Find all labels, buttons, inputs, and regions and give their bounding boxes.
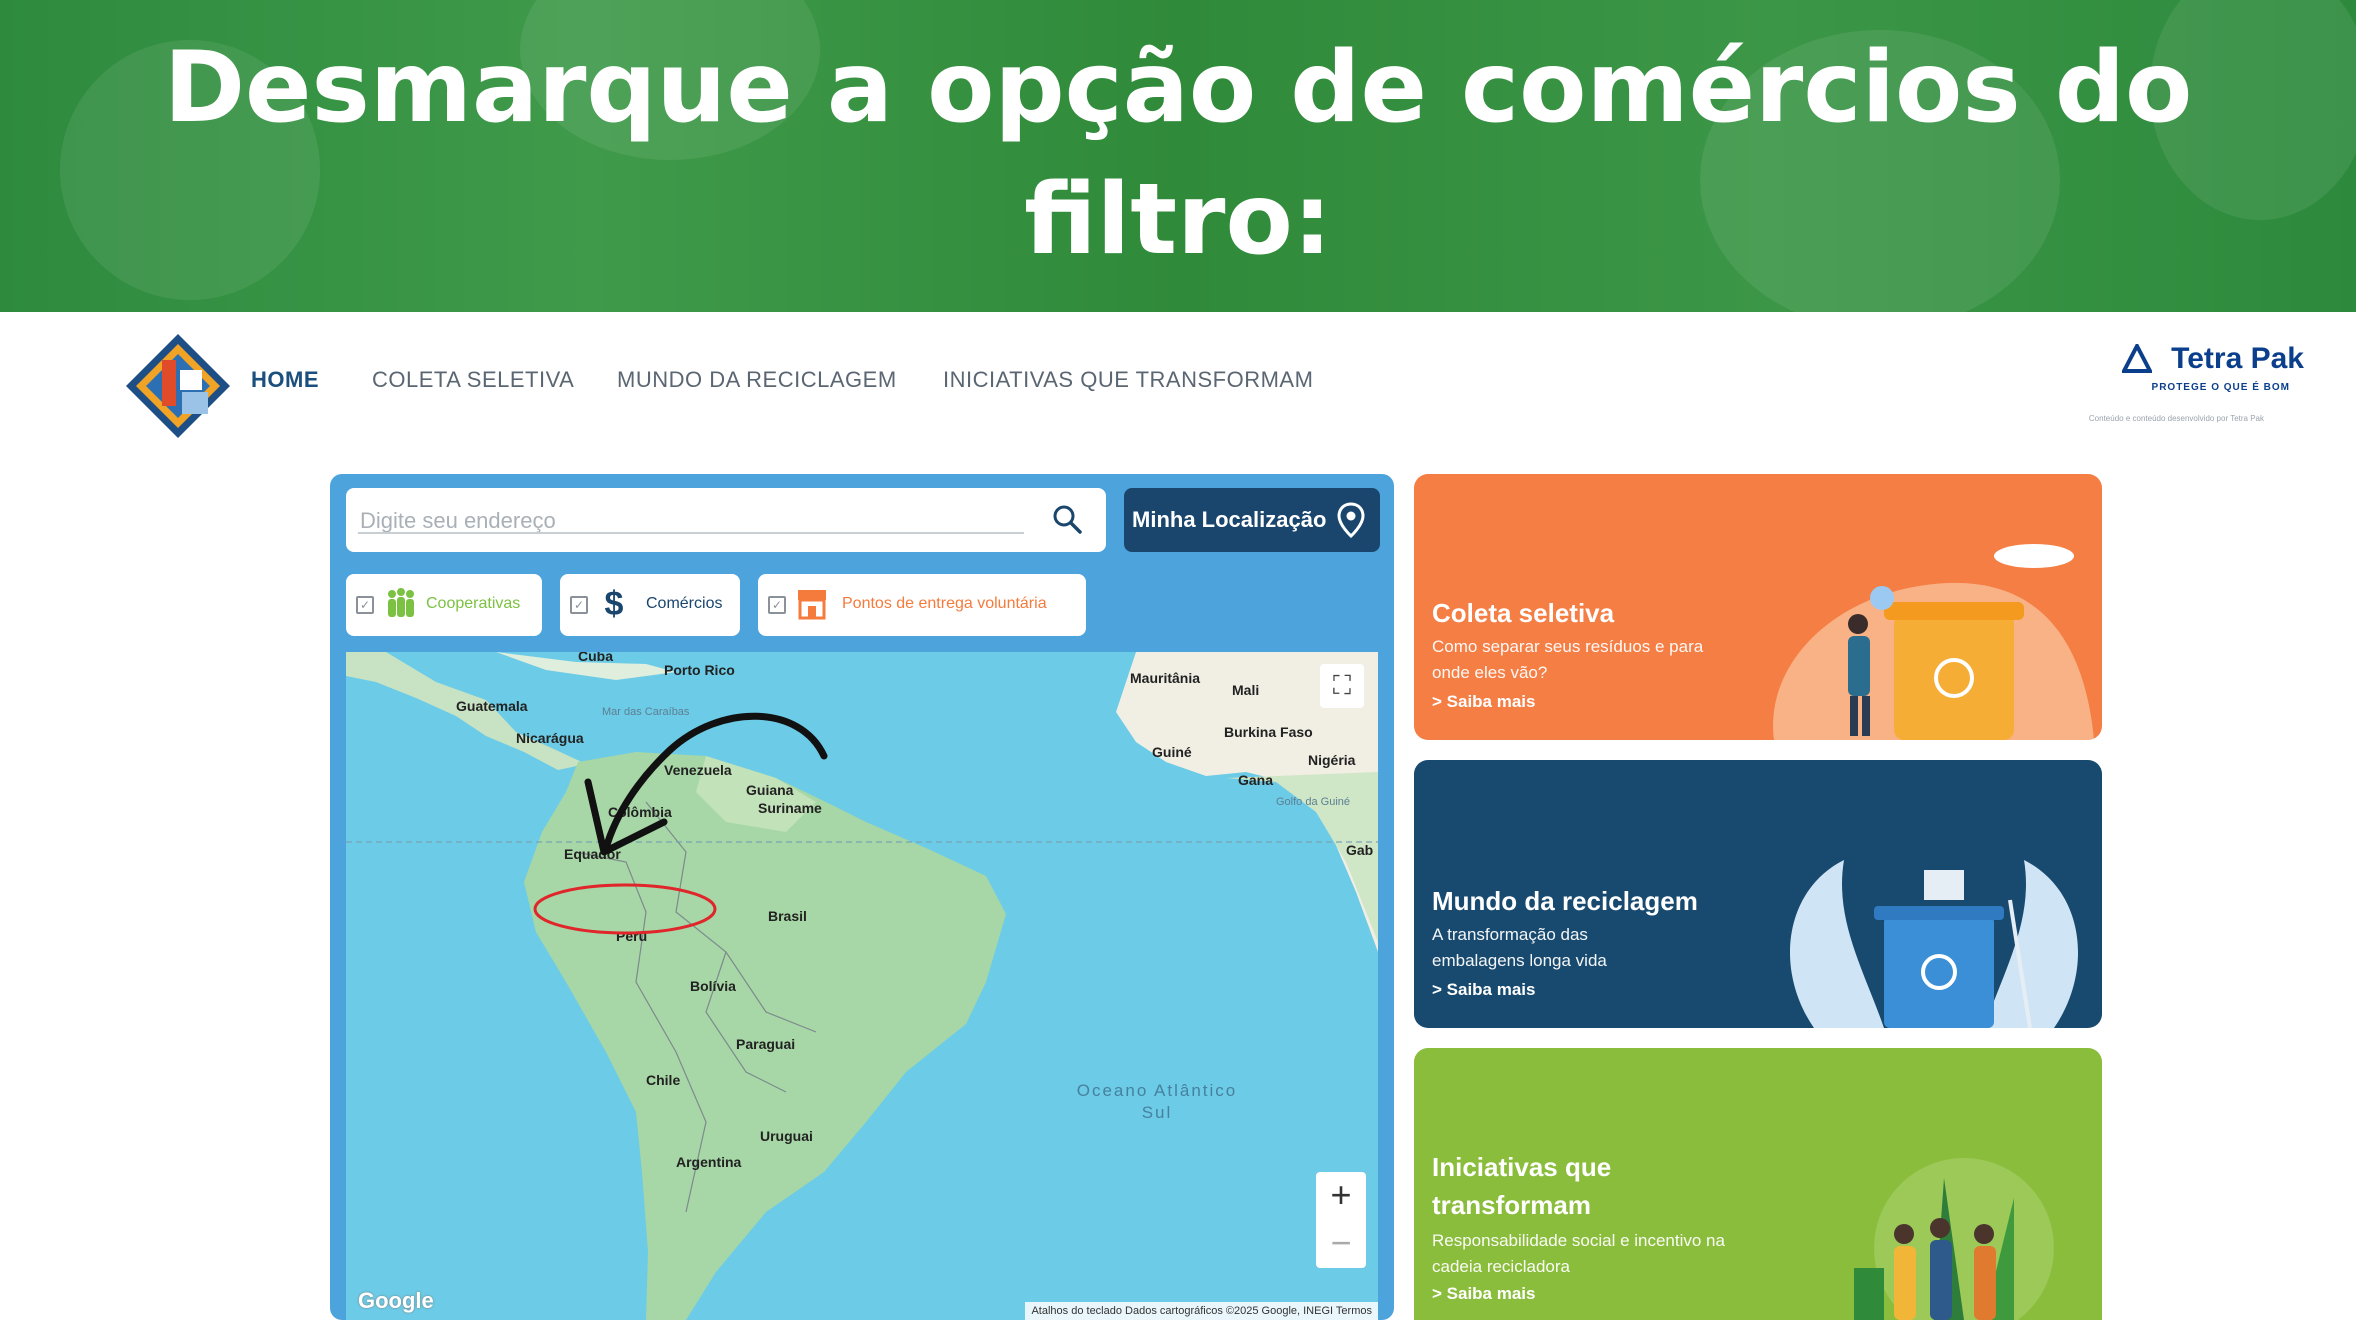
- cooperativas-checkbox[interactable]: ✓: [356, 596, 374, 614]
- site-logo-icon[interactable]: [122, 330, 234, 442]
- highlight-circle-icon: [533, 883, 717, 935]
- search-input[interactable]: Digite seu endereço: [360, 508, 556, 534]
- sea-label: Golfo da Guiné: [1276, 796, 1350, 808]
- map-label: Mali: [1232, 682, 1260, 698]
- cooperativas-label: Cooperativas: [426, 595, 521, 612]
- people-recycling-illustration-icon: [1854, 1158, 2054, 1320]
- map-label: Guiné: [1152, 744, 1192, 760]
- map-label: Gab: [1346, 842, 1374, 858]
- map-attribution[interactable]: Atalhos do teclado Dados cartográficos ©…: [1025, 1302, 1378, 1320]
- comercios-label: Comércios: [646, 595, 723, 612]
- pointer-arrow-icon: [584, 712, 828, 856]
- map-label: Argentina: [676, 1154, 742, 1170]
- top-navigation: HOME COLETA SELETIVA MUNDO DA RECICLAGEM…: [0, 312, 2356, 452]
- map-landmass: [346, 652, 1378, 1320]
- fullscreen-button[interactable]: ⛶: [1320, 664, 1364, 708]
- card-title: Mundo da reciclagem: [1432, 886, 1698, 916]
- card-description: Responsabilidade social e incentivo na c…: [1432, 1231, 1725, 1276]
- location-pin-icon: [1337, 502, 1365, 539]
- map-label: Cuba: [578, 652, 613, 664]
- map-label: Bolívia: [690, 978, 736, 994]
- map-label: Nicarágua: [516, 730, 584, 746]
- my-location-button[interactable]: Minha Localização: [1124, 488, 1380, 552]
- saiba-mais-link[interactable]: > Saiba mais: [1432, 980, 1535, 1000]
- map-label: Uruguai: [760, 1128, 813, 1144]
- map-label: Brasil: [768, 908, 807, 924]
- map-panel: Digite seu endereço Minha Localização ✓ …: [330, 474, 1394, 1320]
- google-logo: Google: [358, 1288, 434, 1313]
- filter-pontos-entrega[interactable]: ✓ Pontos de entrega voluntária: [758, 574, 1086, 636]
- people-icon: [388, 588, 414, 617]
- ocean-label: Oceano Atlântico Sul: [1076, 1081, 1238, 1122]
- map-label: Burkina Faso: [1224, 724, 1313, 740]
- map-label: Nigéria: [1308, 752, 1356, 768]
- card-mundo-reciclagem[interactable]: Mundo da reciclagem A transformação das …: [1414, 760, 2102, 1028]
- nav-home[interactable]: HOME: [251, 367, 319, 393]
- instruction-title: Desmarque a opção de comércios do filtro…: [163, 31, 2193, 277]
- card-title: Coleta seletiva: [1432, 598, 1615, 628]
- search-underline: [358, 532, 1024, 534]
- map-label: Guatemala: [456, 698, 528, 714]
- zoom-out-button[interactable]: −: [1316, 1220, 1366, 1268]
- store-icon: [798, 590, 826, 620]
- nav-iniciativas[interactable]: INICIATIVAS QUE TRANSFORMAM: [943, 367, 1313, 393]
- tetra-pak-logo[interactable]: Tetra Pak PROTEGE O QUE É BOM Conteúdo e…: [2044, 332, 2304, 423]
- instruction-banner: Desmarque a opção de comércios do filtro…: [0, 0, 2356, 312]
- comercios-checkbox[interactable]: ✓: [570, 596, 588, 614]
- pontos-entrega-checkbox[interactable]: ✓: [768, 596, 786, 614]
- search-icon[interactable]: [1050, 502, 1084, 536]
- tetra-pak-tagline: PROTEGE O QUE É BOM: [2151, 382, 2290, 393]
- zoom-in-button[interactable]: +: [1316, 1172, 1366, 1220]
- card-description: A transformação das embalagens longa vid…: [1432, 925, 1607, 970]
- card-iniciativas[interactable]: Iniciativas que transformam Responsabili…: [1414, 1048, 2102, 1320]
- pontos-entrega-label: Pontos de entrega voluntária: [842, 595, 1047, 612]
- map-label: Gana: [1238, 772, 1274, 788]
- tetra-pak-name: Tetra Pak: [2171, 342, 2304, 375]
- filter-cooperativas[interactable]: ✓ Cooperativas: [346, 574, 542, 636]
- address-search[interactable]: Digite seu endereço: [346, 488, 1106, 552]
- saiba-mais-link[interactable]: > Saiba mais: [1432, 692, 1535, 712]
- map[interactable]: Cuba Porto Rico Guatemala Nicarágua Vene…: [346, 652, 1378, 1320]
- filter-comercios[interactable]: ✓ $ Comércios: [560, 574, 740, 636]
- map-label: Paraguai: [736, 1036, 796, 1052]
- map-label: Chile: [646, 1072, 681, 1088]
- map-label: Mauritânia: [1130, 670, 1201, 686]
- card-coleta-seletiva[interactable]: Coleta seletiva Como separar seus resídu…: [1414, 474, 2102, 740]
- fullscreen-icon: ⛶: [1332, 670, 1352, 700]
- map-label: Porto Rico: [664, 662, 735, 678]
- recycling-bin-illustration-icon: [1773, 544, 2094, 740]
- nav-mundo-da-reciclagem[interactable]: MUNDO DA RECICLAGEM: [617, 367, 897, 393]
- recycling-container-illustration-icon: [1790, 860, 2078, 1028]
- card-description: Como separar seus resíduos e para onde e…: [1432, 637, 1704, 682]
- tetra-pak-credit: Conteúdo e conteúdo desenvolvido por Tet…: [2088, 414, 2264, 423]
- my-location-label: Minha Localização: [1132, 507, 1327, 532]
- card-title: Iniciativas que transformam: [1432, 1152, 1612, 1220]
- nav-coleta-seletiva[interactable]: COLETA SELETIVA: [372, 367, 574, 393]
- tetra-pak-triangle-icon: [2122, 344, 2152, 373]
- dollar-icon: $: [604, 585, 624, 623]
- website-screenshot: HOME COLETA SELETIVA MUNDO DA RECICLAGEM…: [0, 312, 2356, 1320]
- saiba-mais-link[interactable]: > Saiba mais: [1432, 1284, 1535, 1304]
